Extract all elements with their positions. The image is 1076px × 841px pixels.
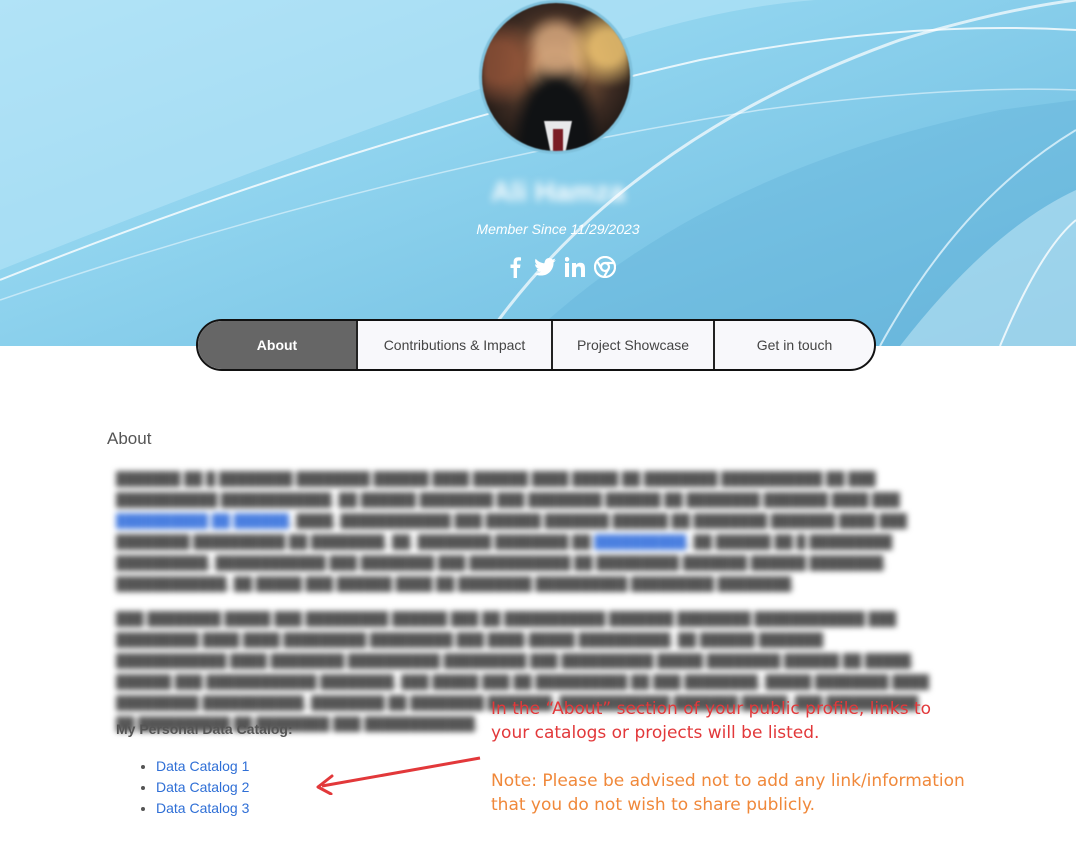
list-item: Data Catalog 2 bbox=[156, 777, 249, 798]
avatar bbox=[479, 0, 633, 154]
catalog-link-2[interactable]: Data Catalog 2 bbox=[156, 779, 249, 795]
catalog-link-1[interactable]: Data Catalog 1 bbox=[156, 758, 249, 774]
list-item: Data Catalog 3 bbox=[156, 798, 249, 819]
tab-get-in-touch[interactable]: Get in touch bbox=[715, 321, 874, 369]
about-section-title: About bbox=[107, 429, 152, 448]
profile-tabs: About Contributions & Impact Project Sho… bbox=[196, 319, 876, 371]
catalog-title: My Personal Data Catalog: bbox=[116, 721, 293, 737]
tab-project-showcase[interactable]: Project Showcase bbox=[553, 321, 715, 369]
member-since: Member Since 11/29/2023 bbox=[476, 221, 640, 237]
profile-name: Ali Hamza bbox=[491, 176, 625, 207]
linkedin-icon[interactable] bbox=[564, 255, 586, 279]
profile-header-banner: Ali Hamza Member Since 11/29/2023 bbox=[0, 0, 1076, 346]
annotation-callout: In the “About” section of your public pr… bbox=[491, 699, 932, 743]
tab-about[interactable]: About bbox=[198, 321, 358, 369]
tab-label: Contributions & Impact bbox=[383, 337, 526, 353]
tab-label: About bbox=[256, 337, 298, 353]
tab-label: Project Showcase bbox=[576, 337, 690, 353]
catalog-link-3[interactable]: Data Catalog 3 bbox=[156, 800, 249, 816]
annotation-note: Note: Please be advised not to add any l… bbox=[491, 771, 965, 815]
list-item: Data Catalog 1 bbox=[156, 756, 249, 777]
twitter-icon[interactable] bbox=[534, 255, 556, 279]
social-links bbox=[504, 255, 616, 279]
annotation-arrow bbox=[316, 756, 481, 795]
tab-label: Get in touch bbox=[756, 337, 833, 353]
facebook-icon[interactable] bbox=[504, 255, 526, 279]
catalog-list: Data Catalog 1 Data Catalog 2 Data Catal… bbox=[140, 756, 249, 819]
tab-contributions-impact[interactable]: Contributions & Impact bbox=[358, 321, 553, 369]
chrome-icon[interactable] bbox=[594, 255, 616, 279]
